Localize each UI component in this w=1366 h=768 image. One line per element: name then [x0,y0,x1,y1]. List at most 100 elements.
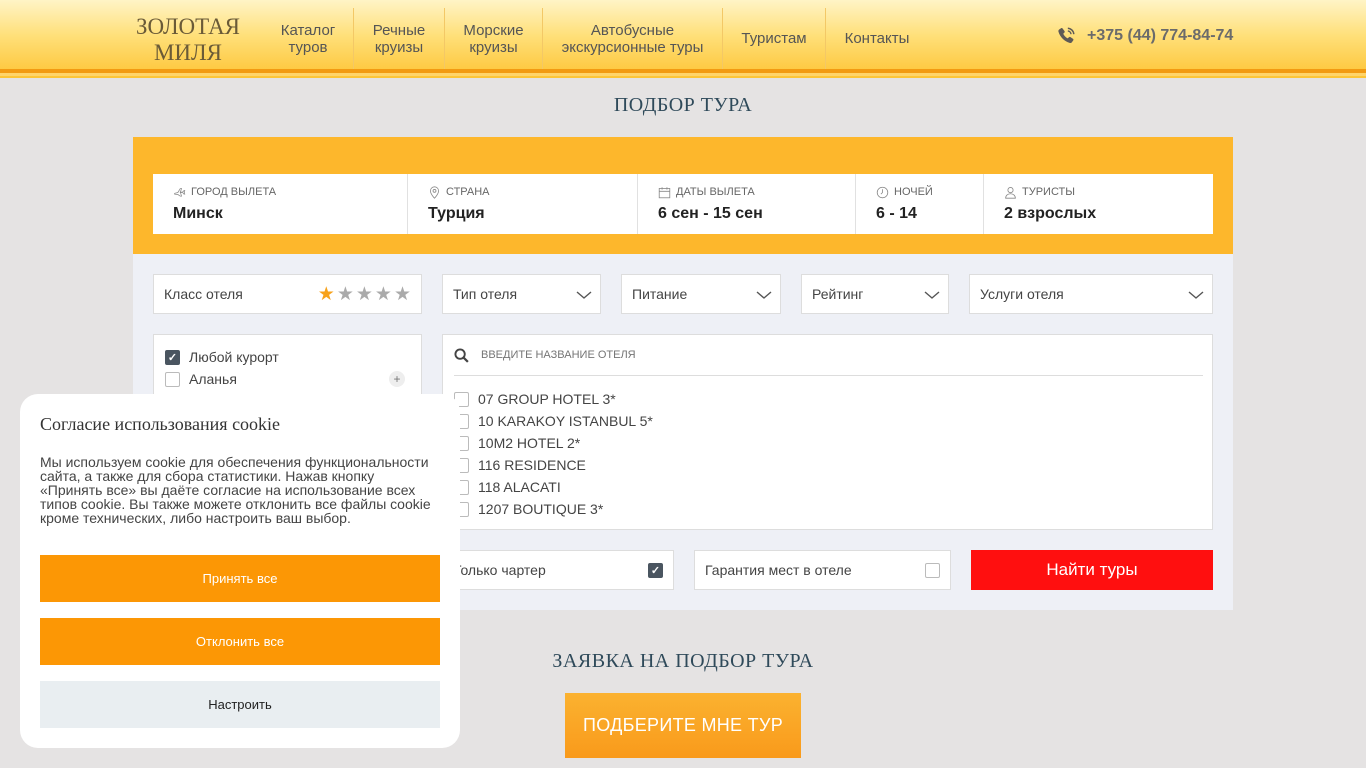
hotel-type-label: Тип отеля [453,286,518,302]
nav-catalog-line1: Каталог [280,21,336,39]
rating-label: Рейтинг [812,286,864,302]
field-tourists[interactable]: ТУРИСТЫ 2 взрослых [984,174,1213,234]
field-dates[interactable]: ДАТЫ ВЫЛЕТА 6 сен - 15 сен [638,174,856,234]
chevron-down-icon [576,291,592,299]
services-label: Услуги отеля [980,286,1064,302]
field-nights[interactable]: НОЧЕЙ 6 - 14 [856,174,984,234]
hotel-name: 10M2 HOTEL 2* [478,435,581,451]
logo-line-1: ЗОЛОТАЯ [135,14,241,39]
reject-all-button[interactable]: Отклонить все [40,618,440,665]
star-icon[interactable]: ★ [356,285,373,304]
phone-number: +375 (44) 774-84-74 [1087,27,1234,44]
hotel-class-stars: ★ ★ ★ ★ ★ [318,285,411,304]
nav-river-cruises[interactable]: Речные круизы [354,8,445,69]
star-icon[interactable]: ★ [394,285,411,304]
check-icon[interactable]: ✓ [648,563,663,578]
site-header: ЗОЛОТАЯ МИЛЯ Каталог туров Речные круизы М… [0,0,1366,78]
hotel-item[interactable]: 1207 BOUTIQUE 3* [454,501,603,517]
rating-select[interactable]: Рейтинг [801,274,949,314]
resort-item-alanya[interactable]: Аланья [165,371,237,387]
location-pin-icon [430,185,439,199]
expand-plus-icon[interactable]: + [389,371,405,387]
cookie-text: Мы используем cookie для обеспечения фун… [40,454,431,526]
page-title: ПОДБОР ТУРА [613,94,753,116]
field-dates-label: ДАТЫ ВЫЛЕТА [676,186,755,198]
check-icon[interactable]: ✓ [165,349,180,365]
nav-catalog[interactable]: Каталог туров [263,8,354,69]
site-logo[interactable]: ЗОЛОТАЯ МИЛЯ [133,14,243,66]
checkbox[interactable] [165,371,180,387]
nav-bus-line2: экскурсионные туры [561,38,704,56]
hotel-name: 07 GROUP HOTEL 3* [478,391,616,407]
request-tour-button[interactable]: ПОДБЕРИТЕ МНЕ ТУР [565,693,801,758]
calendar-icon [658,186,671,198]
search-fields: ГОРОД ВЫЛЕТА Минск СТРАНА Турция ДАТЫ ВЫ… [153,174,1213,234]
cookie-consent-dialog: Согласие использования cookie Мы использ… [20,394,460,748]
hotel-item[interactable]: 116 RESIDENCE [454,457,586,473]
logo-line-2: МИЛЯ [153,40,222,65]
star-icon[interactable]: ★ [318,285,335,304]
header-divider-light [0,73,1366,76]
nav-bus-line1: Автобусные [590,21,675,39]
hotel-class-label: Класс отеля [164,286,243,302]
field-tourists-value: 2 взрослых [1004,205,1097,222]
header-phone[interactable]: +375 (44) 774-84-74 [1055,25,1233,47]
field-dates-value: 6 сен - 15 сен [658,205,763,222]
phone-icon [1058,27,1075,43]
meals-select[interactable]: Питание [621,274,781,314]
search-icon [454,347,469,363]
hotel-search [454,335,1203,376]
services-select[interactable]: Услуги отеля [969,274,1213,314]
field-tourists-label: ТУРИСТЫ [1022,186,1075,198]
charter-only-label: Только чартер [453,562,546,578]
person-icon [1005,186,1016,199]
resort-any-label: Любой курорт [189,349,279,365]
hotel-search-input[interactable] [481,349,981,361]
hotel-item[interactable]: 10M2 HOTEL 2* [454,435,580,451]
hotel-name: 118 ALACATI [478,479,561,495]
hotel-class-filter[interactable]: Класс отеля ★ ★ ★ ★ ★ [153,274,422,314]
field-nights-value: 6 - 14 [876,205,917,222]
nav-tourists[interactable]: Туристам [723,8,826,69]
charter-only-option[interactable]: Только чартер ✓ [442,550,674,590]
chevron-down-icon [924,291,940,299]
hotel-item[interactable]: 10 KARAKOY ISTANBUL 5* [454,413,653,429]
field-departure-city[interactable]: ГОРОД ВЫЛЕТА Минск [153,174,408,234]
nav-sea-cruises[interactable]: Морские круизы [445,8,543,69]
nav-river-line2: круизы [374,38,424,56]
resort-item-any[interactable]: ✓ Любой курорт [165,349,279,365]
hotel-name: 10 KARAKOY ISTANBUL 5* [478,413,653,429]
field-country[interactable]: СТРАНА Турция [408,174,638,234]
field-departure-label: ГОРОД ВЫЛЕТА [191,186,277,198]
cookie-title: Согласие использования cookie [40,414,281,434]
nav-tourists-label: Туристам [741,30,807,47]
find-tours-button[interactable]: Найти туры [971,550,1213,590]
accept-all-button[interactable]: Принять все [40,555,440,602]
meals-label: Питание [632,286,688,302]
field-departure-value: Минск [173,205,223,222]
configure-button[interactable]: Настроить [40,681,440,728]
chevron-down-icon [756,291,772,299]
nav-sea-line2: круизы [469,38,518,56]
hotel-item[interactable]: 118 ALACATI [454,479,561,495]
guarantee-option[interactable]: Гарантия мест в отеле [694,550,951,590]
chevron-down-icon [1188,291,1204,299]
field-country-label: СТРАНА [446,186,490,198]
star-icon[interactable]: ★ [337,285,354,304]
nav-sea-line1: Морские [463,21,524,39]
guarantee-label: Гарантия мест в отеле [705,562,852,578]
clock-icon [876,186,889,198]
hotel-list: 07 GROUP HOTEL 3* 10 KARAKOY ISTANBUL 5*… [442,334,1213,530]
nav-bus-tours[interactable]: Автобусные экскурсионные туры [543,8,723,69]
star-icon[interactable]: ★ [375,285,392,304]
hotel-name: 1207 BOUTIQUE 3* [478,501,604,517]
hotel-item[interactable]: 07 GROUP HOTEL 3* [454,391,616,407]
plane-icon [174,187,186,197]
checkbox[interactable] [925,563,940,578]
nav-catalog-line2: туров [288,38,328,56]
field-country-value: Турция [428,205,485,222]
nav-contacts[interactable]: Контакты [826,8,928,69]
hotel-type-select[interactable]: Тип отеля [442,274,601,314]
nav-river-line1: Речные [372,21,426,39]
nav-contacts-label: Контакты [844,30,910,47]
